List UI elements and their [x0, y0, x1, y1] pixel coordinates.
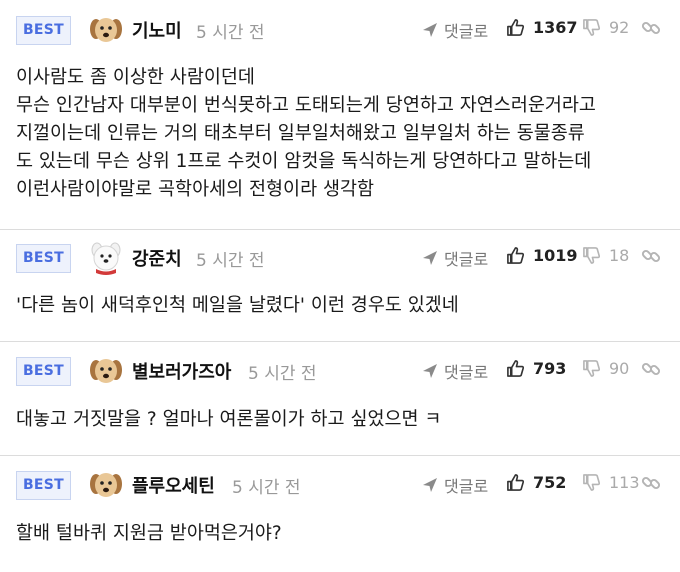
puppy-avatar-icon[interactable] [88, 467, 124, 503]
best-badge: BEST [16, 471, 71, 500]
upvote-count: 793 [533, 359, 567, 378]
best-badge: BEST [16, 244, 71, 273]
upvote-button[interactable]: 1019 [506, 246, 578, 265]
thumbs-up-icon [507, 474, 525, 491]
comment-body: '다른 놈이 새덕후인척 메일을 날렸다' 이런 경우도 있겠네 [16, 292, 671, 320]
link-icon [641, 249, 661, 263]
send-arrow-icon [423, 23, 437, 37]
upvote-count: 1019 [533, 246, 578, 265]
reply-label: 댓글로 [444, 477, 489, 496]
reply-label: 댓글로 [444, 363, 489, 382]
downvote-count: 90 [609, 359, 630, 378]
puppy-avatar-icon[interactable] [88, 353, 124, 389]
link-icon [641, 362, 661, 376]
thumbs-down-icon [583, 19, 601, 36]
comment-line: 지껄이는데 인류는 거의 태초부터 일부일처해왔고 일부일처 하는 동물종류 [16, 123, 585, 144]
reply-button[interactable]: 댓글로 [422, 473, 488, 497]
comment-item: BEST 기노미 5 시간 전 댓글로 1367 92 이사람도 좀 이상한 사… [0, 0, 680, 230]
comment-item: BEST 플루오세틴 5 시간 전 댓글로 752 113 할배 털바퀴 지원금… [0, 456, 680, 572]
link-icon [641, 21, 661, 35]
upvote-button[interactable]: 752 [506, 473, 566, 492]
downvote-button[interactable]: 113 [582, 473, 640, 492]
comment-line: 이런사람이야말로 곡학아세의 전형이라 생각함 [16, 179, 375, 200]
reply-button[interactable]: 댓글로 [422, 246, 488, 270]
reply-button[interactable]: 댓글로 [422, 359, 488, 383]
timestamp: 5 시간 전 [248, 364, 317, 384]
nickname[interactable]: 별보러가즈아 [132, 358, 231, 384]
share-link-button[interactable] [641, 473, 661, 493]
upvote-button[interactable]: 1367 [506, 18, 578, 37]
comment-line: 할배 털바퀴 지원금 받아먹은거야? [16, 523, 282, 544]
share-link-button[interactable] [641, 18, 661, 38]
downvote-button[interactable]: 90 [582, 359, 629, 378]
best-badge: BEST [16, 16, 71, 45]
comment-item: BEST 별보러가즈아 5 시간 전 댓글로 793 90 대놓고 거짓말을 ?… [0, 342, 680, 456]
comment-line: 도 있는데 무슨 상위 1프로 수컷이 암컷을 독식하는게 당연하다고 말하는데 [16, 151, 592, 172]
thumbs-up-icon [507, 247, 525, 264]
timestamp: 5 시간 전 [196, 23, 265, 43]
reply-label: 댓글로 [444, 22, 489, 41]
comment-line: 대놓고 거짓말을 ? 얼마나 여론몰이가 하고 싶었으면 ㅋ [16, 409, 442, 430]
send-arrow-icon [423, 251, 437, 265]
comment-body: 대놓고 거짓말을 ? 얼마나 여론몰이가 하고 싶었으면 ㅋ [16, 406, 671, 434]
comment-line: 무슨 인간남자 대부분이 번식못하고 도태되는게 당연하고 자연스러운거라고 [16, 95, 596, 116]
comment-line: '다른 놈이 새덕후인척 메일을 날렸다' 이런 경우도 있겠네 [16, 295, 459, 316]
downvote-button[interactable]: 18 [582, 246, 629, 265]
downvote-count: 113 [609, 473, 640, 492]
share-link-button[interactable] [641, 359, 661, 379]
downvote-count: 18 [609, 246, 630, 265]
reply-label: 댓글로 [444, 250, 489, 269]
upvote-button[interactable]: 793 [506, 359, 566, 378]
nickname[interactable]: 플루오세틴 [132, 472, 215, 498]
share-link-button[interactable] [641, 246, 661, 266]
thumbs-down-icon [583, 474, 601, 491]
comment-body: 이사람도 좀 이상한 사람이던데 무슨 인간남자 대부분이 번식못하고 도태되는… [16, 64, 671, 204]
timestamp: 5 시간 전 [232, 478, 301, 498]
reply-button[interactable]: 댓글로 [422, 18, 488, 42]
puppy-avatar-icon[interactable] [88, 12, 124, 48]
timestamp: 5 시간 전 [196, 251, 265, 271]
nickname[interactable]: 강준치 [132, 245, 182, 271]
thumbs-down-icon [583, 247, 601, 264]
send-arrow-icon [423, 478, 437, 492]
comment-item: BEST 강준치 5 시간 전 댓글로 1019 18 '다른 놈이 새덕후인척… [0, 230, 680, 342]
thumbs-up-icon [507, 360, 525, 377]
link-icon [641, 476, 661, 490]
thumbs-up-icon [507, 19, 525, 36]
nickname[interactable]: 기노미 [132, 17, 182, 43]
send-arrow-icon [423, 364, 437, 378]
upvote-count: 1367 [533, 18, 578, 37]
thumbs-down-icon [583, 360, 601, 377]
white-dog-avatar-icon[interactable] [88, 240, 124, 276]
downvote-button[interactable]: 92 [582, 18, 629, 37]
upvote-count: 752 [533, 473, 567, 492]
comment-body: 할배 털바퀴 지원금 받아먹은거야? [16, 520, 671, 548]
downvote-count: 92 [609, 18, 630, 37]
comment-line: 이사람도 좀 이상한 사람이던데 [16, 67, 255, 88]
best-badge: BEST [16, 357, 71, 386]
